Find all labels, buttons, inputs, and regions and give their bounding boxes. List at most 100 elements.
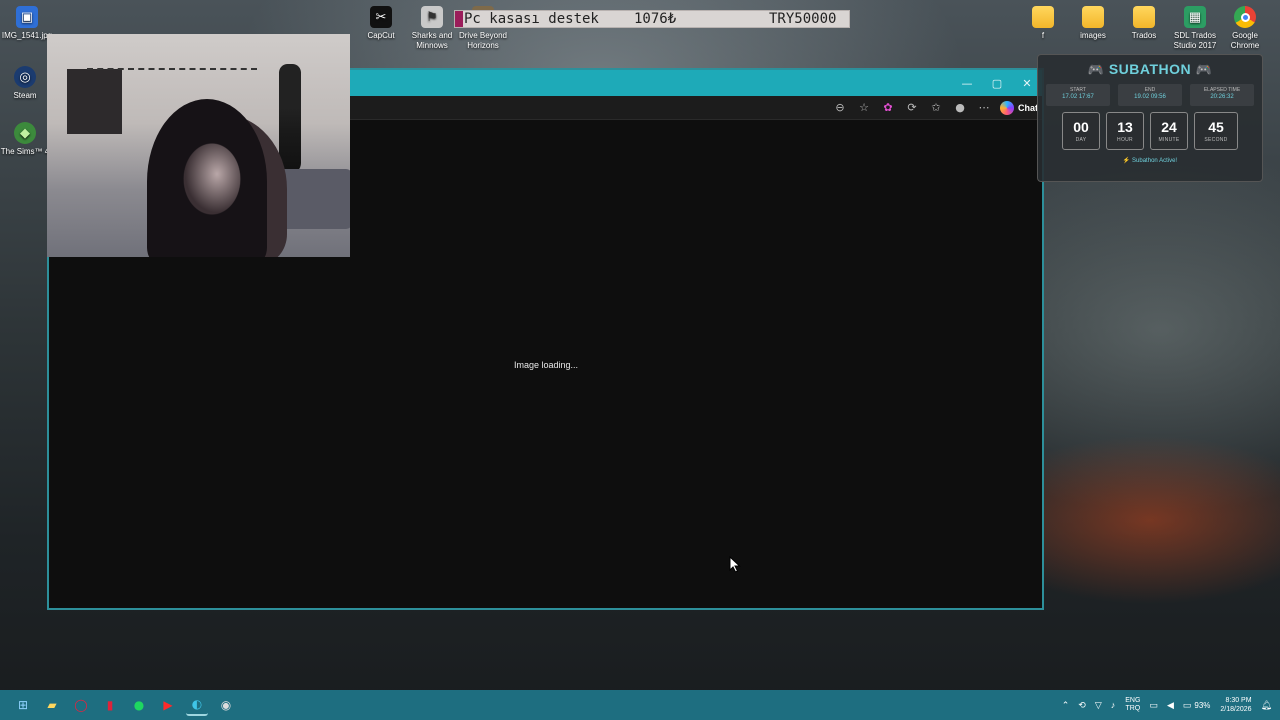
seconds-label: SECOND: [1204, 137, 1228, 143]
days-value: 00: [1073, 119, 1089, 135]
language-top: ENG: [1125, 697, 1141, 704]
clock-time: 8:30 PM: [1225, 697, 1252, 704]
chrome-icon: [1234, 6, 1256, 28]
folder-icon: [1082, 6, 1104, 28]
donation-goal-bar: Pc kasası destek 1076₺ TRY50000: [454, 10, 850, 28]
more-menu-icon[interactable]: ⋯: [974, 98, 994, 118]
subathon-status: ⚡ Subathon Active!: [1038, 157, 1262, 164]
microphone-icon[interactable]: ♪: [1111, 700, 1116, 710]
end-label: END: [1144, 87, 1156, 93]
notification-bell-icon[interactable]: 🔔︎: [1261, 700, 1272, 711]
desktop-icon-sims[interactable]: ◆ The Sims™ 4: [0, 122, 52, 157]
desktop-icon-sharks[interactable]: ⚑ Sharks and Minnows: [405, 6, 459, 51]
subathon-title: SUBATHON: [1108, 61, 1192, 77]
steam-icon: ◎: [14, 66, 36, 88]
gamepad-icon: 🎮: [1087, 62, 1105, 77]
wifi-icon[interactable]: ▽: [1095, 700, 1102, 711]
hours-label: HOUR: [1117, 137, 1133, 143]
desktop-icon-sdl[interactable]: ▦ SDL Trados Studio 2017: [1168, 6, 1222, 51]
desktop-icon-label: Steam: [13, 91, 37, 100]
desktop-icon-label: Drive Beyond Horizons: [458, 31, 508, 50]
desktop-icon-img1541[interactable]: ▣ IMG_1541.jpg: [0, 6, 54, 41]
zoom-icon[interactable]: ⊖: [830, 98, 850, 118]
days-label: DAY: [1075, 137, 1087, 143]
obs-icon[interactable]: ◉: [215, 694, 237, 716]
sdl-trados-icon: ▦: [1184, 6, 1206, 28]
start-value: 17.02 17:67: [1062, 94, 1094, 100]
folder-icon: [1032, 6, 1054, 28]
favorites-icon[interactable]: ✩: [926, 98, 946, 118]
desktop-icon-label: CapCut: [367, 31, 395, 40]
extension-icon[interactable]: ✿: [878, 98, 898, 118]
profile-avatar-icon[interactable]: ●: [950, 98, 970, 118]
refresh-icon[interactable]: ⟳: [902, 98, 922, 118]
chat-button[interactable]: Chat: [1000, 100, 1038, 115]
desktop-icon-label: Sharks and Minnows: [411, 31, 453, 50]
desktop-icon-label: Trados: [1131, 31, 1157, 40]
edge-browser-icon[interactable]: ◐: [186, 694, 208, 716]
favorite-star-icon[interactable]: ☆: [854, 98, 874, 118]
chevron-up-icon[interactable]: ⌃: [1062, 700, 1070, 711]
subathon-stats: START 17.02 17:67 END 19.02 09:56 ELAPSE…: [1038, 84, 1262, 106]
minutes-value: 24: [1161, 119, 1177, 135]
clock[interactable]: 8:30 PM 2/18/2026: [1220, 696, 1251, 714]
subathon-status-text: Subathon Active!: [1132, 158, 1178, 164]
youtube-icon[interactable]: ▶: [157, 694, 179, 716]
webcam-guitar: [279, 64, 301, 174]
donation-goal-text: Pc kasası destek: [464, 11, 599, 27]
desktop-icon-label: SDL Trados Studio 2017: [1173, 31, 1217, 50]
spotify-icon[interactable]: ●: [128, 694, 150, 716]
countdown-days: 00 DAY: [1062, 112, 1100, 150]
app-red-icon[interactable]: ▮: [99, 694, 121, 716]
subathon-elapsed: ELAPSED TIME 20:26:32: [1190, 84, 1254, 106]
file-explorer-icon[interactable]: ▰: [41, 694, 63, 716]
desktop-icon-capcut[interactable]: ✂ CapCut: [354, 6, 408, 41]
desktop-icon-steam[interactable]: ◎ Steam: [0, 66, 52, 101]
display-icon[interactable]: ▭: [1149, 700, 1158, 711]
subathon-widget: 🎮 SUBATHON 🎮 START 17.02 17:67 END 19.02…: [1037, 54, 1263, 182]
folder-icon: [1133, 6, 1155, 28]
sims-icon: ◆: [14, 122, 36, 144]
desktop-icon-label: f: [1041, 31, 1045, 40]
minimize-button[interactable]: —: [952, 70, 982, 96]
webcam-garland: [87, 62, 257, 70]
windows-start-icon[interactable]: ⊞: [12, 694, 34, 716]
copilot-icon: [1000, 100, 1014, 115]
image-file-icon: ▣: [16, 6, 38, 28]
countdown-seconds: 45 SECOND: [1194, 112, 1238, 150]
desktop-icon-label: images: [1080, 31, 1106, 40]
gamepad-icon: 🎮: [1195, 62, 1213, 77]
desktop-icon-label: The Sims™ 4: [0, 147, 50, 156]
webcam-overlay: [47, 34, 350, 257]
elapsed-value: 20:26:32: [1210, 94, 1234, 100]
game-icon: ⚑: [421, 6, 443, 28]
desktop-icon-trados[interactable]: Trados: [1117, 6, 1171, 41]
subathon-countdown: 00 DAY 13 HOUR 24 MINUTE 45 SECOND: [1038, 112, 1262, 150]
end-value: 19.02 09:56: [1134, 94, 1166, 100]
lightning-icon: ⚡: [1122, 158, 1131, 164]
subathon-title-row: 🎮 SUBATHON 🎮: [1038, 61, 1262, 78]
maximize-button[interactable]: ▢: [982, 70, 1012, 96]
language-indicator[interactable]: ENG TRQ: [1125, 697, 1140, 713]
minutes-label: MINUTE: [1158, 137, 1180, 143]
volume-icon[interactable]: ◀: [1167, 700, 1174, 711]
image-loading-text: Image loading...: [514, 360, 579, 370]
opera-gx-icon[interactable]: ◯: [70, 694, 92, 716]
desktop-icon-images[interactable]: images: [1066, 6, 1120, 41]
taskbar: ⊞ ▰ ◯ ▮ ● ▶ ◐ ◉ ⌃ ⟲ ▽ ♪ ENG TRQ ▭ ◀ ▭ 93…: [0, 690, 1280, 720]
webcam-poster: [67, 69, 122, 134]
desktop-icon-label: IMG_1541.jpg: [1, 31, 53, 40]
webcam-hair: [147, 99, 267, 257]
subathon-end: END 19.02 09:56: [1118, 84, 1182, 106]
chat-label: Chat: [1018, 102, 1038, 113]
donation-marker: [455, 11, 463, 27]
subathon-start: START 17.02 17:67: [1046, 84, 1110, 106]
battery-icon[interactable]: ▭: [1183, 700, 1192, 711]
language-bottom: TRQ: [1125, 705, 1141, 712]
sync-icon[interactable]: ⟲: [1078, 700, 1086, 711]
desktop-icon-chrome[interactable]: Google Chrome: [1218, 6, 1272, 51]
desktop-icon-f[interactable]: f: [1016, 6, 1070, 41]
desktop-icon-label: Google Chrome: [1230, 31, 1260, 50]
donation-goal-amount: TRY50000: [769, 11, 837, 27]
hours-value: 13: [1117, 119, 1133, 135]
